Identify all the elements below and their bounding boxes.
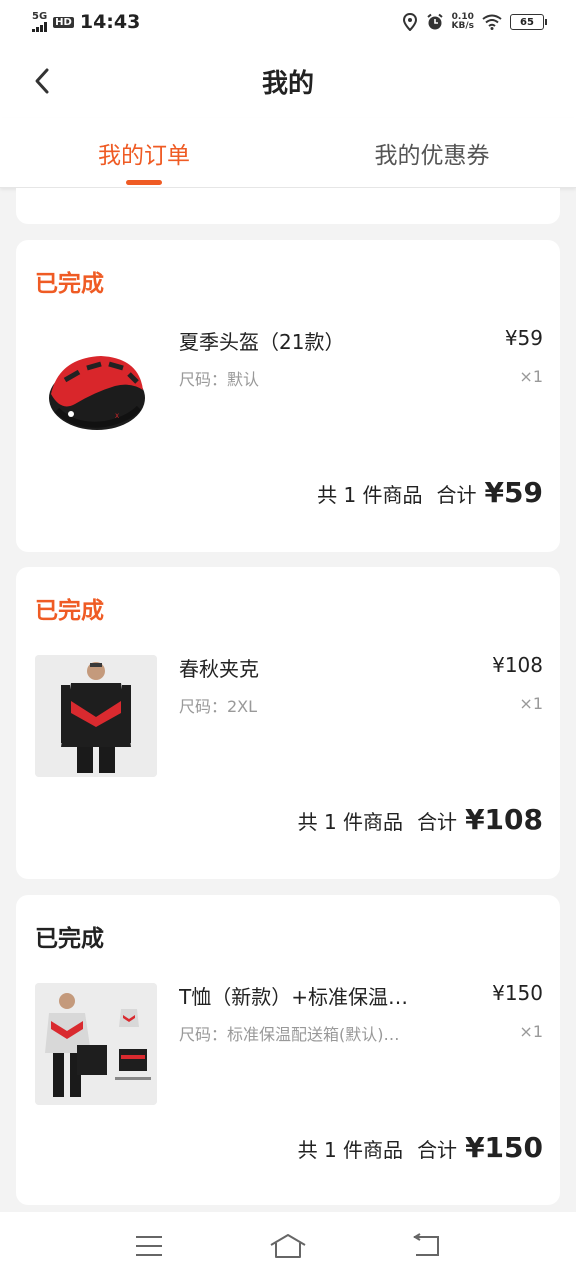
battery-icon: 65 <box>510 14 547 30</box>
status-left: 5G HD 14:43 <box>32 11 140 33</box>
product-name: 春秋夹克 <box>179 657 259 681</box>
system-navigation-bar <box>0 1212 576 1280</box>
menu-icon <box>136 1236 163 1256</box>
order-total: ¥108 <box>465 803 543 836</box>
order-status: 已完成 <box>35 926 104 952</box>
status-right: 0.10 KB/s 65 <box>402 13 547 31</box>
product-spec: 尺码：标准保温配送箱(默认)… <box>179 1025 400 1044</box>
page-title: 我的 <box>261 68 314 99</box>
order-total: ¥150 <box>465 1131 543 1164</box>
back-nav-button[interactable] <box>403 1226 451 1266</box>
product-price: ¥108 <box>492 653 543 677</box>
product-image[interactable] <box>35 983 157 1105</box>
signal-bars-icon <box>32 22 47 32</box>
tab-my-coupons[interactable]: 我的优惠券 <box>288 118 576 187</box>
product-quantity: ×1 <box>519 1022 543 1041</box>
order-card[interactable]: 已完成 春秋夹克 ¥108 尺码：2XL ×1 共 1 件商品 合计 ¥108 <box>16 567 560 879</box>
order-summary: 共 1 件商品 合计 ¥108 <box>298 803 543 836</box>
product-quantity: ×1 <box>519 694 543 713</box>
order-total: ¥59 <box>484 476 543 509</box>
wifi-icon <box>482 14 502 30</box>
previous-order-card <box>16 188 560 224</box>
product-price: ¥150 <box>492 981 543 1005</box>
network-speed: 0.10 KB/s <box>452 13 474 31</box>
tab-label: 我的优惠券 <box>374 142 490 169</box>
menu-button[interactable] <box>125 1226 173 1266</box>
tab-active-indicator <box>126 180 162 185</box>
product-price: ¥59 <box>504 326 543 350</box>
battery-level: 65 <box>520 16 534 28</box>
product-spec: 尺码：默认 <box>179 370 260 389</box>
svg-text:X: X <box>115 413 119 420</box>
item-count: 共 1 件商品 <box>297 810 404 834</box>
signal-indicator: 5G <box>32 12 47 32</box>
tab-bar: 我的订单 我的优惠券 <box>0 118 576 188</box>
order-card[interactable]: 已完成 X 夏季头盔（21款） ¥59 尺码：默认 ×1 共 1 件商品 合计 … <box>16 240 560 552</box>
tshirt-box-image <box>35 983 157 1105</box>
product-name: T恤（新款）+标准保温… <box>179 985 408 1009</box>
order-status: 已完成 <box>35 271 104 297</box>
hd-badge: HD <box>53 16 74 28</box>
helmet-image: X <box>49 356 145 430</box>
product-name: 夏季头盔（21款） <box>179 330 345 354</box>
total-label: 合计 <box>417 1138 458 1162</box>
total-label: 合计 <box>436 483 477 507</box>
order-summary: 共 1 件商品 合计 ¥59 <box>317 476 543 509</box>
back-icon <box>412 1233 439 1256</box>
order-summary: 共 1 件商品 合计 ¥150 <box>298 1131 543 1164</box>
back-button[interactable] <box>24 63 60 99</box>
tab-my-orders[interactable]: 我的订单 <box>0 118 288 187</box>
total-label: 合计 <box>417 810 458 834</box>
chevron-left-icon <box>35 68 49 94</box>
product-spec: 尺码：2XL <box>179 697 258 716</box>
jacket-image <box>35 655 157 777</box>
navigation-bar: 我的 <box>0 44 576 118</box>
network-type: 5G <box>32 11 48 22</box>
order-status: 已完成 <box>35 598 104 624</box>
product-quantity: ×1 <box>519 367 543 386</box>
item-count: 共 1 件商品 <box>297 1138 404 1162</box>
alarm-icon <box>426 13 443 30</box>
home-button[interactable] <box>264 1226 312 1266</box>
product-image[interactable]: X <box>35 328 157 450</box>
status-bar: 5G HD 14:43 0.10 KB/s 65 <box>0 0 576 44</box>
home-icon <box>270 1234 306 1258</box>
tab-label: 我的订单 <box>98 142 190 169</box>
clock-time: 14:43 <box>79 11 141 33</box>
product-image[interactable] <box>35 655 157 777</box>
order-card[interactable]: 已完成 T恤（新款）+标准保温… ¥150 尺码：标准保温配送箱(默认)… ×1… <box>16 895 560 1205</box>
location-icon <box>402 13 417 31</box>
speed-unit: KB/s <box>451 21 474 31</box>
item-count: 共 1 件商品 <box>317 483 423 507</box>
